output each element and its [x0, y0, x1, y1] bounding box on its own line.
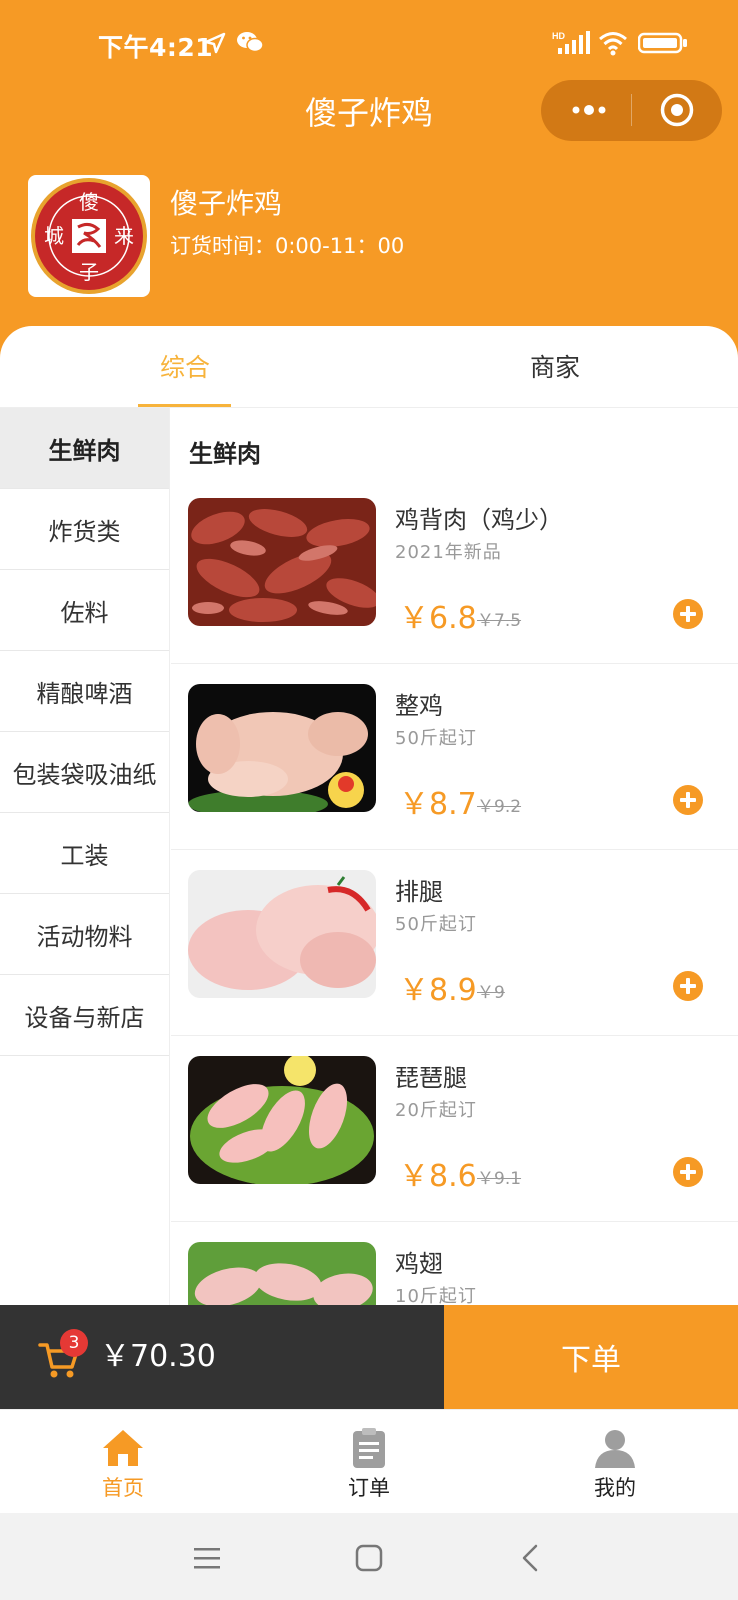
- product-item[interactable]: 鸡背肉（鸡少） 2021年新品 ￥6.8 ￥7.5: [171, 478, 738, 664]
- user-icon: [595, 1430, 635, 1468]
- sidebar-item-seasoning[interactable]: 佐料: [0, 570, 169, 651]
- svg-text:HD: HD: [552, 31, 565, 41]
- status-time: 下午4:21: [98, 33, 214, 62]
- tabbar-orders[interactable]: 订单: [309, 1410, 429, 1514]
- battery-icon: [638, 32, 687, 54]
- product-subtitle: 50斤起订: [395, 728, 477, 749]
- product-name: 琵琶腿: [395, 1064, 467, 1092]
- tabbar-orders-label: 订单: [348, 1476, 390, 1500]
- cart-total: ￥70.30: [100, 1339, 216, 1374]
- svg-text:来: 来: [114, 224, 134, 248]
- tabbar-home[interactable]: 首页: [63, 1410, 183, 1514]
- section-title: 生鲜肉: [189, 440, 261, 468]
- capsule-divider: [631, 94, 632, 126]
- tab-general[interactable]: 综合: [105, 348, 265, 384]
- cart-summary[interactable]: 3 ￥70.30: [0, 1305, 444, 1409]
- tab-active-underline: [138, 404, 231, 407]
- sidebar-item-craft-beer[interactable]: 精酿啤酒: [0, 651, 169, 732]
- clipboard-icon: [353, 1428, 385, 1468]
- tabbar-home-label: 首页: [102, 1476, 144, 1500]
- sidebar-item-packaging[interactable]: 包装袋吸油纸: [0, 732, 169, 813]
- signal-icon: HD: [552, 31, 590, 54]
- sidebar-item-fresh-meat[interactable]: 生鲜肉: [0, 408, 169, 489]
- wechat-icon: [237, 32, 264, 53]
- svg-text:傻: 傻: [79, 190, 99, 214]
- product-image: [188, 870, 376, 998]
- product-price: ￥6.8: [399, 601, 477, 636]
- sidebar-item-promo-materials[interactable]: 活动物料: [0, 894, 169, 975]
- product-subtitle: 2021年新品: [395, 542, 502, 563]
- svg-text:子: 子: [79, 260, 99, 284]
- wifi-icon: [599, 32, 627, 56]
- product-original-price: ￥9.1: [477, 1169, 522, 1189]
- product-name: 整鸡: [395, 692, 443, 720]
- add-to-cart-icon[interactable]: [672, 598, 704, 630]
- add-to-cart-icon[interactable]: [672, 1156, 704, 1188]
- add-to-cart-icon[interactable]: [672, 784, 704, 816]
- mini-program-capsule: [541, 80, 722, 141]
- sidebar-item-equipment[interactable]: 设备与新店: [0, 975, 169, 1056]
- place-order-button[interactable]: 下单: [444, 1305, 738, 1409]
- tabbar-profile[interactable]: 我的: [555, 1410, 675, 1514]
- product-original-price: ￥7.5: [477, 611, 522, 631]
- location-arrow-icon: [204, 32, 226, 54]
- product-item[interactable]: 鸡翅 10斤起订: [171, 1222, 738, 1308]
- system-navigation-bar: [0, 1513, 738, 1600]
- product-name: 鸡背肉（鸡少）: [395, 506, 563, 534]
- home-square-icon[interactable]: [354, 1543, 384, 1573]
- close-target-icon[interactable]: [659, 92, 695, 128]
- product-item[interactable]: 琵琶腿 20斤起订 ￥8.6 ￥9.1: [171, 1036, 738, 1222]
- product-subtitle: 50斤起订: [395, 914, 477, 935]
- category-sidebar: 生鲜肉 炸货类 佐料 精酿啤酒 包装袋吸油纸 工装 活动物料 设备与新店: [0, 408, 170, 1308]
- product-original-price: ￥9.2: [477, 797, 522, 817]
- svg-text:城: 城: [44, 224, 64, 248]
- product-price: ￥8.6: [399, 1159, 477, 1194]
- store-logo-seal: 傻 城 来 子: [31, 178, 147, 294]
- store-name: 傻子炸鸡: [170, 187, 283, 220]
- tabbar-profile-label: 我的: [594, 1476, 636, 1500]
- tab-merchant[interactable]: 商家: [475, 348, 635, 384]
- product-image: [188, 1242, 376, 1308]
- home-icon: [103, 1430, 143, 1466]
- product-image: [188, 1056, 376, 1184]
- cart-count-badge: 3: [60, 1329, 88, 1357]
- back-icon[interactable]: [516, 1543, 546, 1573]
- product-item[interactable]: 整鸡 50斤起订 ￥8.7 ￥9.2: [171, 664, 738, 850]
- add-to-cart-icon[interactable]: [672, 970, 704, 1002]
- product-name: 鸡翅: [395, 1250, 443, 1278]
- product-list: 生鲜肉 鸡背肉（鸡少） 2021年新品 ￥6.8 ￥7.5 整鸡 50斤起订 ￥…: [171, 408, 738, 1308]
- product-image: [188, 498, 376, 626]
- order-time: 订货时间：0:00-11：00: [170, 234, 405, 258]
- product-image: [188, 684, 376, 812]
- product-item[interactable]: 排腿 50斤起订 ￥8.9 ￥9: [171, 850, 738, 1036]
- more-icon[interactable]: [569, 100, 609, 120]
- status-bar: 下午4:21 HD: [0, 0, 738, 80]
- product-subtitle: 20斤起订: [395, 1100, 477, 1121]
- product-price: ￥8.7: [399, 787, 477, 822]
- sidebar-item-fried-goods[interactable]: 炸货类: [0, 489, 169, 570]
- bottom-tabbar: 首页 订单 我的: [0, 1409, 738, 1513]
- tab-bar: 综合 商家: [0, 326, 738, 408]
- menu-icon[interactable]: [192, 1543, 222, 1573]
- cart-bar: 3 ￥70.30 下单: [0, 1305, 738, 1409]
- store-logo: 傻 城 来 子: [28, 175, 150, 297]
- sidebar-item-uniform[interactable]: 工装: [0, 813, 169, 894]
- product-original-price: ￥9: [477, 983, 505, 1003]
- product-price: ￥8.9: [399, 973, 477, 1008]
- product-name: 排腿: [395, 878, 443, 906]
